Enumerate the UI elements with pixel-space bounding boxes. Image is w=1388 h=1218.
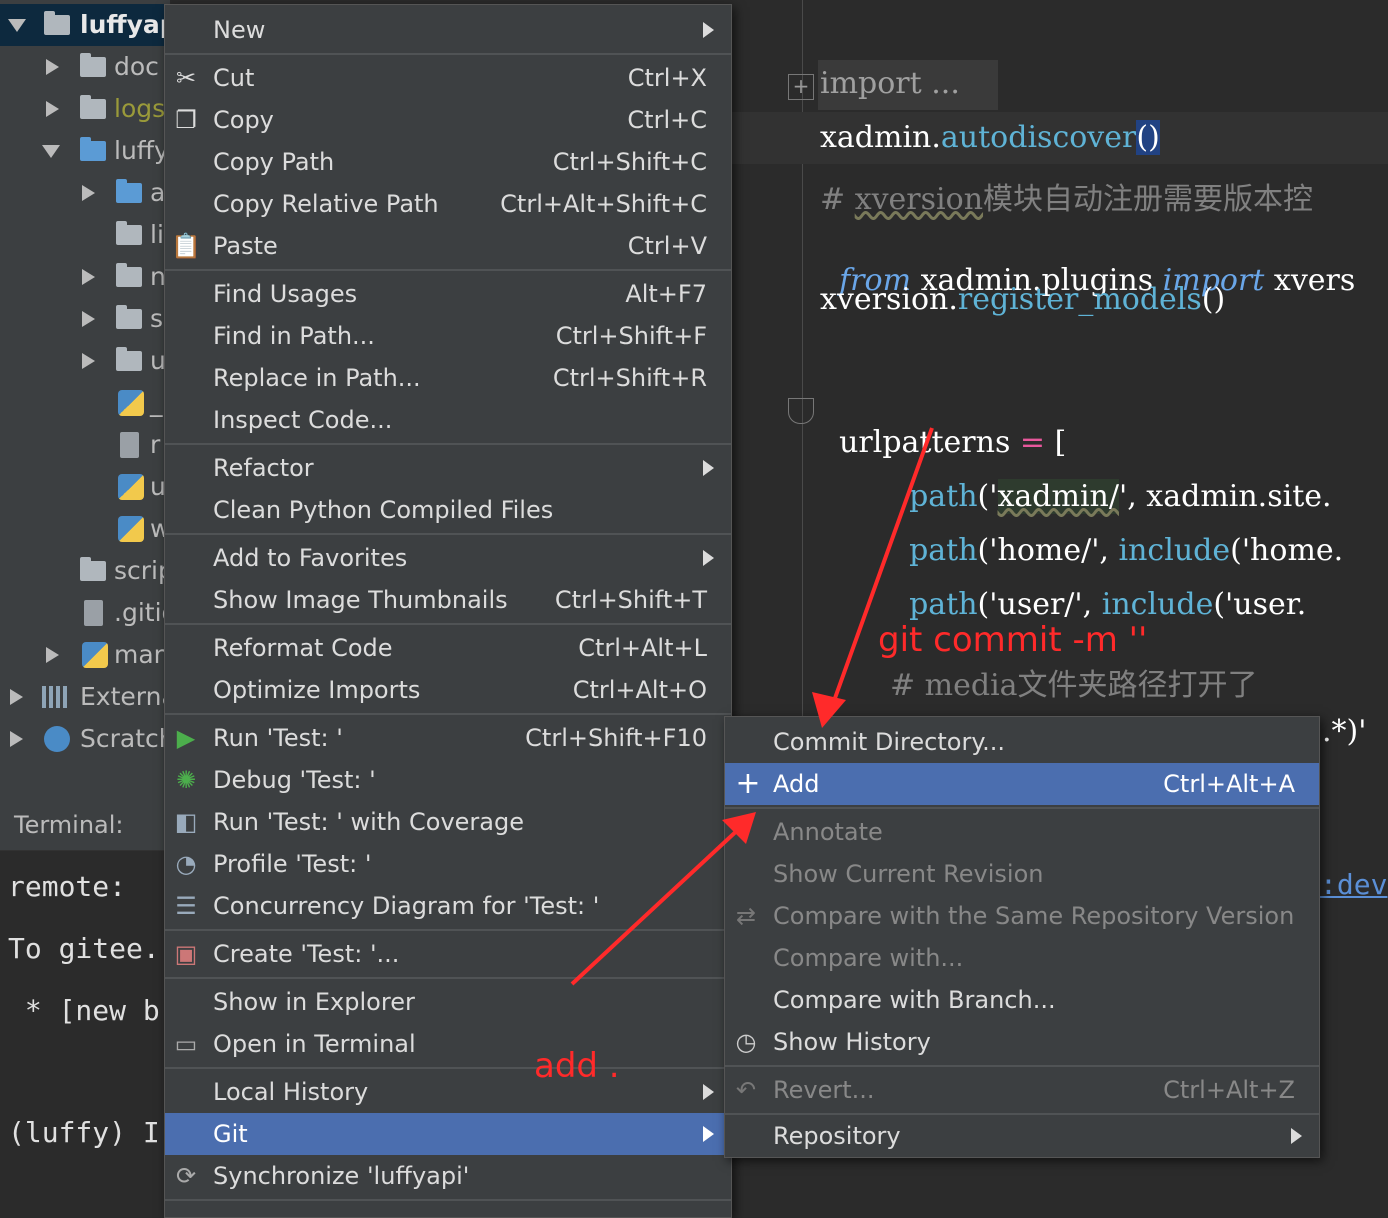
arrow-to-commit [812, 427, 934, 728]
arrow-to-add [570, 812, 756, 986]
annotation-arrows [570, 427, 934, 986]
annotation-git-commit: git commit -m '' [878, 620, 1148, 660]
annotation-add: add . [534, 1046, 620, 1086]
